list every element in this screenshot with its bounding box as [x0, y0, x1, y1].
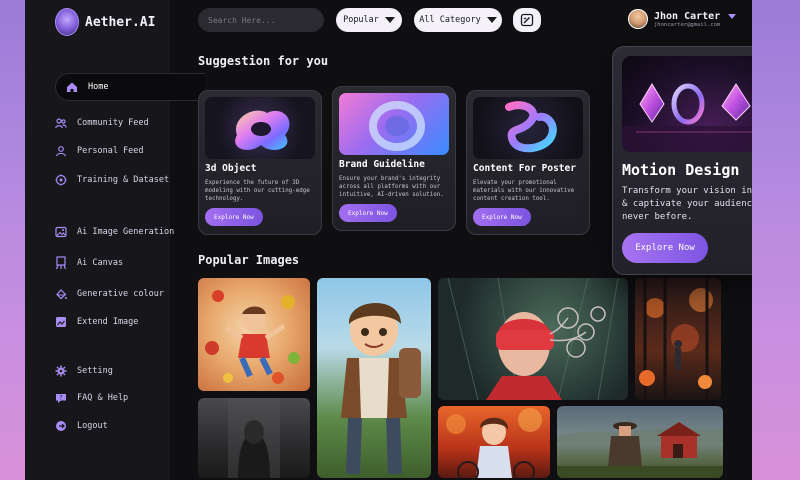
category-dropdown-label: All Category [419, 15, 481, 25]
sidebar-item-label: Community Feed [77, 118, 149, 128]
explore-now-button[interactable]: Explore Now [473, 208, 531, 226]
sidebar-item-training-dataset[interactable]: Training & Dataset [55, 170, 190, 190]
sidebar-item-label: Home [88, 82, 109, 92]
popular-image-forest-man[interactable] [635, 278, 721, 400]
help-icon: ? [55, 392, 67, 404]
sidebar-item-label: Generative colour [77, 289, 164, 299]
card-title: Brand Guideline [339, 159, 425, 170]
logo[interactable]: Aether.AI [55, 8, 155, 36]
logo-icon [55, 8, 79, 36]
sidebar-item-label: Training & Dataset [77, 175, 170, 185]
user-menu[interactable]: Jhon Carter jhoncarter@gmail.com [628, 9, 737, 29]
popular-image-vr-headset[interactable] [438, 278, 628, 400]
sidebar-item-personal-feed[interactable]: Personal Feed [55, 141, 190, 161]
sidebar-item-logout[interactable]: Logout [55, 416, 190, 436]
chevron-down-icon [486, 17, 497, 23]
popular-image-boy-fruits[interactable] [198, 278, 310, 391]
home-icon [66, 81, 78, 93]
explore-now-button[interactable]: Explore Now [622, 233, 708, 263]
sidebar-item-generative-colour[interactable]: Generative colour [55, 284, 190, 304]
explore-now-button[interactable]: Explore Now [339, 204, 397, 222]
popular-images-title: Popular Images [198, 253, 300, 267]
card-image [339, 93, 449, 155]
users-icon [55, 117, 67, 129]
card-description: Experience the future of 3D modeling wit… [205, 180, 310, 202]
featured-description: Transform your vision into motion & capt… [622, 186, 752, 222]
sidebar-item-label: FAQ & Help [77, 393, 129, 403]
sidebar-item-community-feed[interactable]: Community Feed [55, 113, 190, 133]
svg-text:?: ? [59, 395, 62, 402]
card-description: Elevate your promotional materials with … [473, 180, 575, 202]
sidebar-item-ai-image-generation[interactable]: Ai Image Generation [55, 222, 190, 242]
sidebar-item-ai-canvas[interactable]: Ai Canvas [55, 253, 190, 273]
card-image [205, 97, 315, 159]
extend-image-icon [55, 316, 67, 328]
chevron-down-icon [384, 17, 395, 23]
chevron-down-icon [728, 14, 737, 19]
featured-card-motion-design[interactable]: Motion Design Transform your vision into… [612, 46, 752, 275]
popular-dropdown[interactable]: Popular [336, 8, 402, 32]
sidebar-item-home[interactable]: Home [55, 73, 205, 101]
featured-title: Motion Design [622, 161, 740, 179]
sidebar-item-label: Ai Image Generation [77, 227, 175, 237]
search-input[interactable] [198, 8, 324, 32]
popular-image-girl-bicycle[interactable] [438, 406, 550, 478]
suggestion-card-content-for-poster[interactable]: Content For Poster Elevate your promotio… [466, 90, 590, 235]
sparkle-edit-icon [520, 13, 534, 27]
user-icon [55, 145, 67, 157]
gear-icon [55, 365, 67, 377]
card-description: Ensure your brand's integrity across all… [339, 176, 444, 198]
sidebar-item-setting[interactable]: Setting [55, 361, 190, 381]
sidebar-item-faq-help[interactable]: ? FAQ & Help [55, 388, 190, 408]
popular-image-boy-adventurer[interactable] [317, 278, 431, 478]
user-name: Jhon Carter [654, 10, 721, 22]
card-title: Content For Poster [473, 163, 576, 174]
sidebar: Aether.AI Home Community Feed Personal F… [25, 0, 205, 480]
popular-image-dark-figure[interactable] [198, 398, 310, 478]
canvas-icon [55, 256, 67, 270]
card-title: 3d Object [205, 163, 257, 174]
app-window: Aether.AI Home Community Feed Personal F… [25, 0, 752, 480]
ai-tool-button[interactable] [513, 8, 541, 32]
suggestion-card-3d-object[interactable]: 3d Object Experience the future of 3D mo… [198, 90, 322, 235]
popular-image-farmer-barn[interactable] [557, 406, 723, 478]
logout-icon [55, 420, 67, 432]
popular-dropdown-label: Popular [343, 15, 379, 25]
card-image [473, 97, 583, 159]
suggestion-card-brand-guideline[interactable]: Brand Guideline Ensure your brand's inte… [332, 86, 456, 231]
sidebar-item-label: Logout [77, 421, 108, 431]
sidebar-item-extend-image[interactable]: Extend Image [55, 312, 190, 332]
sidebar-item-label: Setting [77, 366, 113, 376]
sidebar-item-label: Personal Feed [77, 146, 144, 156]
training-icon [55, 174, 67, 186]
category-dropdown[interactable]: All Category [414, 8, 502, 32]
sidebar-item-label: Extend Image [77, 317, 139, 327]
explore-now-button[interactable]: Explore Now [205, 208, 263, 226]
app-name: Aether.AI [85, 14, 156, 30]
card-image [622, 56, 752, 152]
palette-icon [55, 288, 67, 300]
suggestions-title: Suggestion for you [198, 54, 329, 68]
user-email: jhoncarter@gmail.com [654, 21, 721, 28]
avatar [628, 9, 648, 29]
sidebar-item-label: Ai Canvas [77, 258, 124, 268]
image-generation-icon [55, 226, 67, 238]
